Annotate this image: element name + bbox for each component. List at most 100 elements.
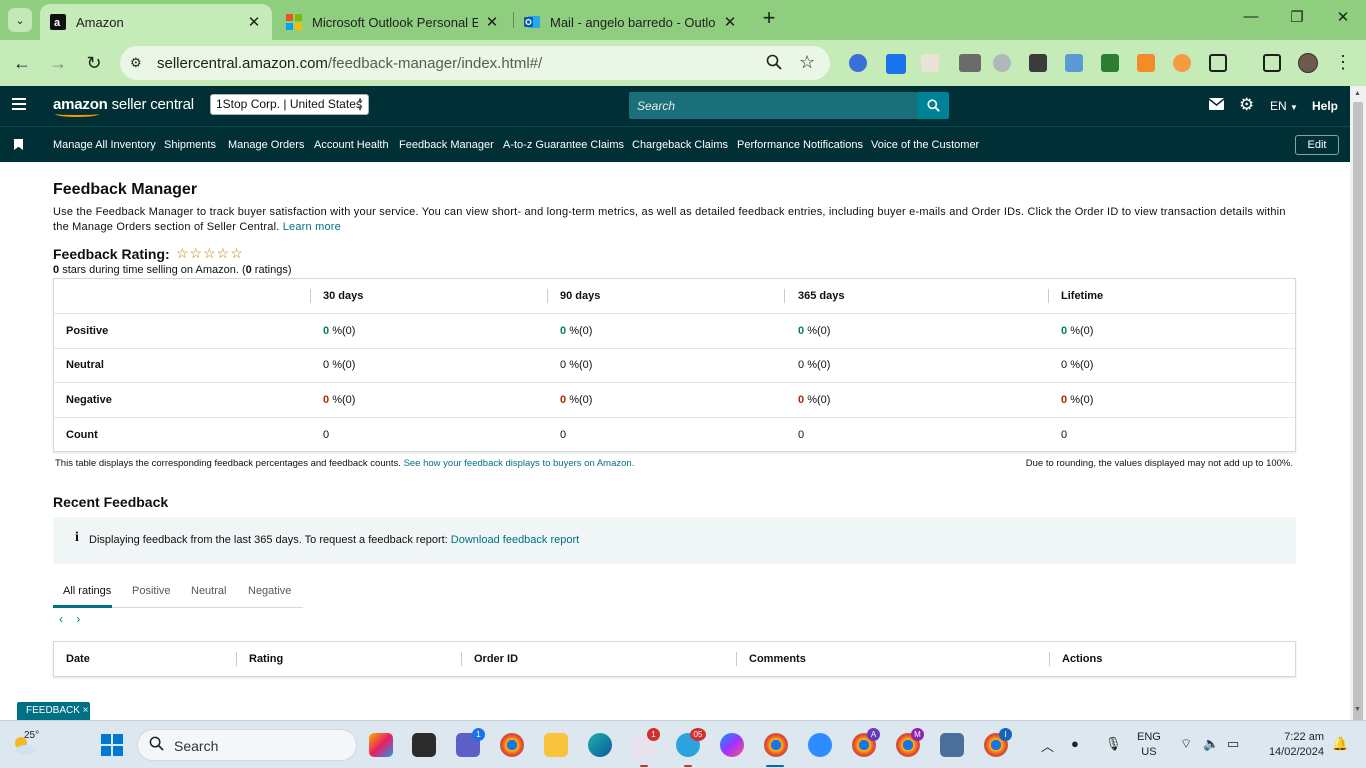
site-info-icon[interactable]: ⚙ xyxy=(130,55,146,71)
table-row: Neutral 0 %(0) 0 %(0) 0 %(0) 0 %(0) xyxy=(54,348,1295,383)
extension-rs-icon[interactable] xyxy=(1101,54,1119,72)
page-scrollbar[interactable]: ▲ ▼ xyxy=(1350,86,1366,722)
restore-icon[interactable]: ❐ xyxy=(1282,8,1312,26)
scroll-thumb[interactable] xyxy=(1353,102,1363,722)
search-input[interactable]: Search xyxy=(629,92,917,119)
zoom-icon[interactable] xyxy=(808,733,832,757)
nav-chargeback-claims[interactable]: Chargeback Claims xyxy=(632,139,728,151)
prev-page-chevron-icon[interactable]: ‹ xyxy=(59,612,63,626)
nav-a-to-z-claims[interactable]: A-to-z Guarantee Claims xyxy=(503,139,624,151)
microsoft-icon xyxy=(286,14,302,30)
column-header[interactable]: Comments xyxy=(749,653,806,665)
zoom-icon[interactable] xyxy=(766,54,782,75)
forward-arrow-icon[interactable]: → xyxy=(47,52,69,74)
edit-nav-button[interactable]: Edit xyxy=(1295,135,1339,155)
nav-account-health[interactable]: Account Health xyxy=(314,139,389,151)
new-tab-plus-icon[interactable]: + xyxy=(758,7,780,30)
chrome-icon[interactable] xyxy=(500,733,524,757)
input-language[interactable]: ENG US xyxy=(1137,730,1161,760)
microphone-icon[interactable]: 🎙 xyxy=(1105,736,1122,752)
back-arrow-icon[interactable]: ← xyxy=(11,52,33,74)
seller-central-logo[interactable]: amazon seller central xyxy=(53,96,194,117)
account-switcher[interactable]: 1Stop Corp. | United States ▲ ▼ xyxy=(210,94,369,115)
table-footnote: This table displays the corresponding fe… xyxy=(55,458,635,469)
nav-shipments[interactable]: Shipments xyxy=(164,139,216,151)
search-button[interactable] xyxy=(917,92,949,119)
extensions-puzzle-icon[interactable] xyxy=(1209,54,1227,72)
calculator-icon[interactable] xyxy=(940,733,964,757)
side-panel-icon[interactable] xyxy=(1263,54,1281,72)
tab-search-chevron-icon[interactable]: ⌄ xyxy=(8,8,32,32)
wifi-icon[interactable]: ⌔ xyxy=(1180,736,1192,752)
url-text[interactable]: sellercentral.amazon.com/feedback-manage… xyxy=(157,55,542,72)
column-header[interactable]: Order ID xyxy=(474,653,518,665)
tab-all-ratings[interactable]: All ratings xyxy=(63,585,111,597)
taskbar-search[interactable]: Search xyxy=(137,729,357,761)
tray-app-icon[interactable]: ● xyxy=(1071,736,1079,751)
scroll-down-icon[interactable]: ▼ xyxy=(1354,706,1361,713)
row-label: Neutral xyxy=(66,359,104,371)
extension-js-icon[interactable] xyxy=(1137,54,1155,72)
close-window-icon[interactable]: ✕ xyxy=(1328,8,1358,26)
extension-icon[interactable] xyxy=(849,54,867,72)
address-bar[interactable]: ⚙ sellercentral.amazon.com/feedback-mana… xyxy=(120,46,830,80)
extension-ok-icon[interactable] xyxy=(886,54,906,74)
tab-title: Amazon xyxy=(76,14,124,30)
download-report-link[interactable]: Download feedback report xyxy=(451,534,579,546)
close-tab-icon[interactable]: ✕ xyxy=(722,13,738,31)
extension-qr-icon[interactable] xyxy=(1029,54,1047,72)
bookmark-star-icon[interactable]: ☆ xyxy=(799,52,815,73)
nav-feedback-manager[interactable]: Feedback Manager xyxy=(399,139,494,151)
profile-avatar[interactable] xyxy=(1298,53,1318,73)
extension-icon[interactable] xyxy=(1173,54,1191,72)
settings-gear-icon[interactable]: ⚙ xyxy=(1239,95,1254,115)
volume-icon[interactable]: 🔈 xyxy=(1203,736,1219,752)
hamburger-menu-icon[interactable] xyxy=(12,98,26,112)
learn-more-link[interactable]: Learn more xyxy=(283,221,341,233)
feedback-widget-button[interactable]: FEEDBACK × xyxy=(17,702,90,720)
extension-icon[interactable] xyxy=(921,54,939,72)
tab-neutral[interactable]: Neutral xyxy=(191,585,226,597)
scroll-up-icon[interactable]: ▲ xyxy=(1354,90,1361,97)
chrome-menu-icon[interactable]: ⋮ xyxy=(1334,52,1352,73)
tab-positive[interactable]: Positive xyxy=(132,585,171,597)
bookmark-icon[interactable] xyxy=(14,139,23,150)
messenger-icon[interactable] xyxy=(720,733,744,757)
nav-manage-all-inventory[interactable]: Manage All Inventory xyxy=(53,139,156,151)
see-feedback-display-link[interactable]: See how your feedback displays to buyers… xyxy=(404,458,635,469)
column-header[interactable]: Actions xyxy=(1062,653,1102,665)
tab-amazon[interactable]: a Amazon ✕ xyxy=(40,4,272,40)
column-header: Lifetime xyxy=(1061,290,1104,302)
extension-icon[interactable] xyxy=(1065,54,1083,72)
tab-outlook-mail[interactable]: Mail - angelo barredo - Outlook ✕ xyxy=(514,4,748,40)
notifications-bell-icon[interactable]: 🔔 xyxy=(1332,736,1348,752)
column-divider xyxy=(310,289,311,303)
extension-off-icon[interactable] xyxy=(959,54,981,72)
close-tab-icon[interactable]: ✕ xyxy=(246,13,262,31)
app-icon[interactable] xyxy=(412,733,436,757)
close-tab-icon[interactable]: ✕ xyxy=(484,13,500,31)
system-clock[interactable]: 7:22 am 14/02/2024 xyxy=(1258,730,1324,760)
tray-chevron-up-icon[interactable]: ︿ xyxy=(1041,736,1054,755)
help-link[interactable]: Help xyxy=(1312,99,1338,113)
battery-icon[interactable]: ▭ xyxy=(1227,736,1239,752)
copilot-icon[interactable] xyxy=(369,733,393,757)
column-header[interactable]: Rating xyxy=(249,653,283,665)
language-selector[interactable]: EN ▼ xyxy=(1270,99,1298,113)
next-page-chevron-icon[interactable]: › xyxy=(76,612,80,626)
reload-icon[interactable]: ↻ xyxy=(83,52,105,74)
active-tab-indicator xyxy=(53,605,112,608)
chrome-profile-icon[interactable] xyxy=(764,733,788,757)
tab-negative[interactable]: Negative xyxy=(248,585,291,597)
nav-performance-notifications[interactable]: Performance Notifications xyxy=(737,139,863,151)
tab-outlook-personal[interactable]: Microsoft Outlook Personal Em ✕ xyxy=(276,4,510,40)
column-header[interactable]: Date xyxy=(66,653,90,665)
file-explorer-icon[interactable] xyxy=(544,733,568,757)
windows-start-icon[interactable] xyxy=(101,734,123,756)
mail-icon[interactable] xyxy=(1208,97,1225,114)
extension-globe-icon[interactable] xyxy=(993,54,1011,72)
minimize-icon[interactable]: — xyxy=(1236,8,1266,25)
edge-icon[interactable] xyxy=(588,733,612,757)
nav-voice-of-customer[interactable]: Voice of the Customer xyxy=(871,139,979,151)
nav-manage-orders[interactable]: Manage Orders xyxy=(228,139,304,151)
